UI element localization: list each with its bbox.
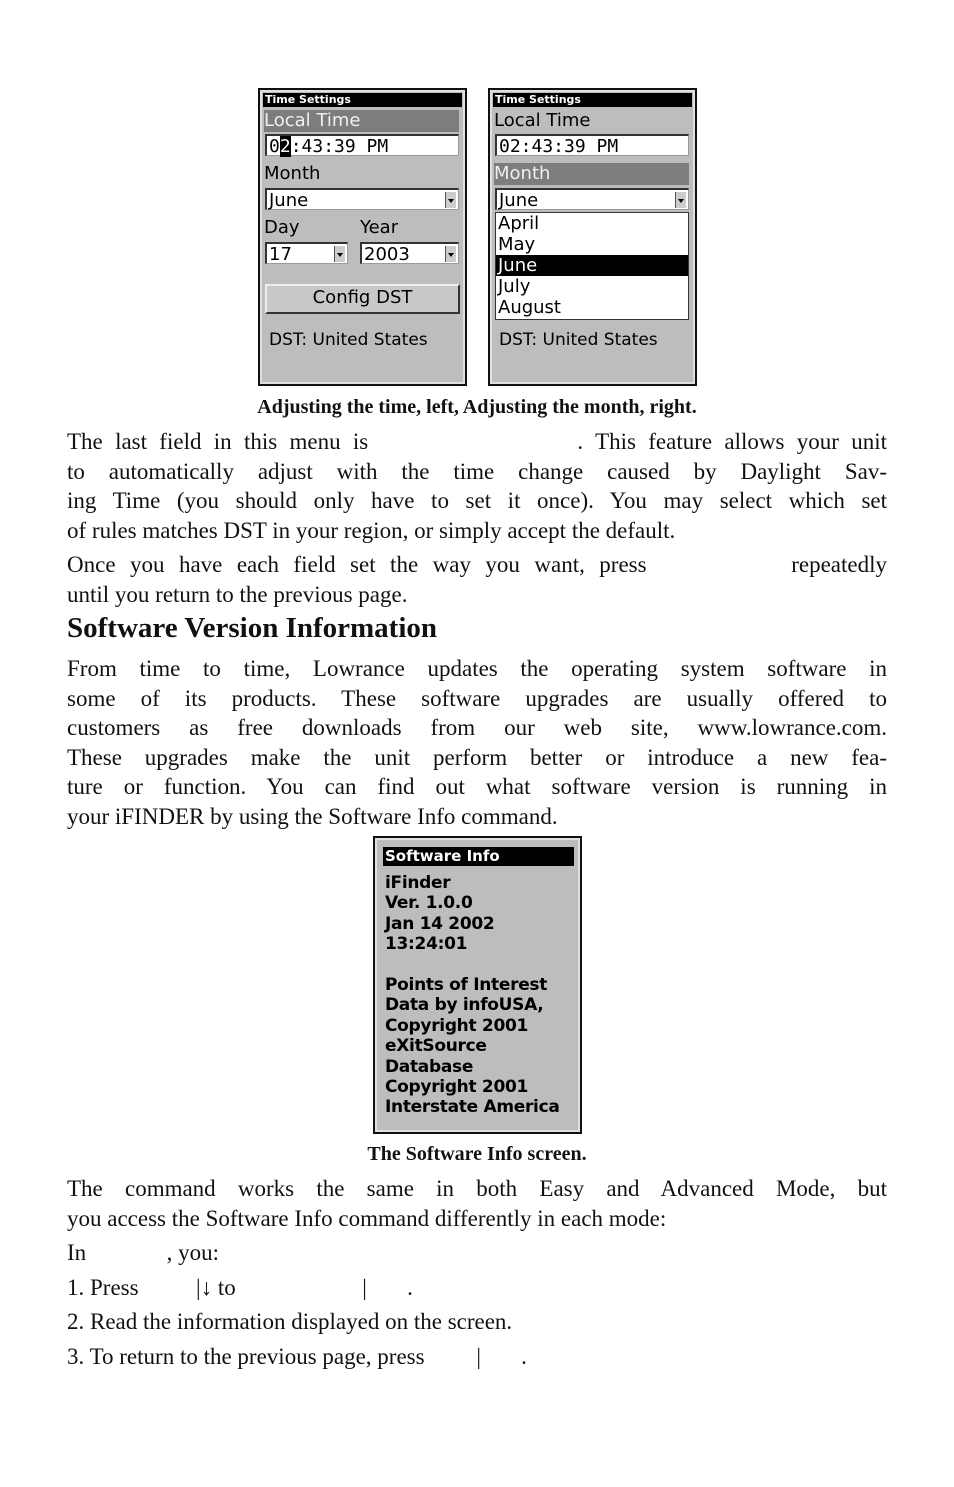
info-line: Database <box>385 1056 474 1077</box>
month-options-list: April May June July August <box>495 212 689 320</box>
day-label: Day <box>264 217 300 238</box>
local-time-field[interactable]: 02:43:39 PM <box>265 134 459 157</box>
text-line: The command works the same in both Easy … <box>67 1176 887 1201</box>
info-line: iFinder <box>385 873 451 893</box>
month-dropdown[interactable]: June <box>495 188 689 211</box>
info-line: Interstate America <box>385 1097 560 1118</box>
local-time-field[interactable]: 02:43:39 PM <box>495 134 689 157</box>
info-line <box>385 955 560 975</box>
step-1: 1. Press |↓ to | . <box>67 1275 413 1300</box>
text-line: customers as free downloads from our web… <box>67 715 887 740</box>
time-cursor-digit: 2 <box>279 136 291 157</box>
text-line: The last field in this menu is . This fe… <box>67 429 887 454</box>
day-dropdown[interactable]: 17 <box>265 242 348 265</box>
text-line: your iFINDER by using the Software Info … <box>67 803 558 829</box>
text-line: you access the Software Info command dif… <box>67 1205 667 1231</box>
time-settings-screen-right: Time Settings Local Time 02:43:39 PM Mon… <box>488 88 697 386</box>
info-line: Copyright 2001 <box>385 1015 529 1036</box>
text-line: From time to time, Lowrance updates the … <box>67 656 887 681</box>
year-label: Year <box>360 217 399 238</box>
month-option-selected[interactable]: June <box>496 255 688 276</box>
text-line: ing Time (you should only have to set it… <box>67 488 887 513</box>
info-line: eXitSource <box>385 1036 487 1057</box>
dst-status: DST: United States <box>499 330 658 350</box>
figure-caption: The Software Info screen. <box>367 1143 587 1165</box>
text-line: until you return to the previous page. <box>67 581 408 607</box>
step-3: 3. To return to the previous page, press… <box>67 1344 527 1369</box>
chevron-down-icon <box>445 246 456 262</box>
paragraph-software-intro: From time to time, Lowrance updates the … <box>67 654 887 831</box>
screen-title: Time Settings <box>493 93 692 107</box>
month-option[interactable]: August <box>496 297 688 318</box>
local-time-label: Local Time <box>264 110 459 132</box>
local-time-label: Local Time <box>494 110 591 131</box>
chevron-down-icon <box>675 192 686 208</box>
screen-title: Software Info <box>383 847 574 866</box>
software-info-text: iFinder Ver. 1.0.0 Jan 14 2002 13:24:01 … <box>385 873 560 1118</box>
month-option[interactable]: April <box>496 213 688 234</box>
config-dst-button[interactable]: Config DST <box>265 284 460 314</box>
paragraph-exit: Once you have each field set the way you… <box>67 550 887 609</box>
info-line: Points of Interest <box>385 975 548 996</box>
info-line: Jan 14 2002 <box>385 913 495 934</box>
paragraph-dst: The last field in this menu is . This fe… <box>67 427 887 545</box>
step-2: 2. Read the information displayed on the… <box>67 1309 513 1334</box>
chevron-down-icon <box>334 246 345 262</box>
figure-caption: Adjusting the time, left, Adjusting the … <box>257 396 697 418</box>
text-line: to automatically adjust with the time ch… <box>67 458 887 484</box>
in-mode-line: In , you: <box>67 1240 220 1265</box>
software-info-screen: Software Info iFinder Ver. 1.0.0 Jan 14 … <box>373 836 582 1134</box>
month-label: Month <box>494 163 689 185</box>
screen-title: Time Settings <box>263 93 462 107</box>
month-dropdown[interactable]: June <box>265 188 459 211</box>
month-value: June <box>499 190 539 211</box>
info-line: Data by infoUSA, <box>385 995 544 1016</box>
info-line: Ver. 1.0.0 <box>385 893 473 914</box>
year-dropdown[interactable]: 2003 <box>360 242 459 265</box>
text-line: of rules matches DST in your region, or … <box>67 517 676 543</box>
text-line: some of its products. These software upg… <box>67 685 887 711</box>
text-line: These upgrades make the unit perform bet… <box>67 744 887 770</box>
month-option[interactable]: May <box>496 234 688 255</box>
paragraph-modes: The command works the same in both Easy … <box>67 1174 887 1233</box>
month-option[interactable]: July <box>496 276 688 297</box>
day-value: 17 <box>269 244 292 265</box>
chevron-down-icon <box>445 192 456 208</box>
month-label: Month <box>264 163 321 184</box>
time-rest: :43:39 PM <box>290 136 389 157</box>
time-first-digit: 0 <box>269 136 280 157</box>
text-line: Once you have each field set the way you… <box>67 552 887 577</box>
section-heading: Software Version Information <box>67 612 438 644</box>
text-line: ture or function. You can find out what … <box>67 774 887 799</box>
dst-status: DST: United States <box>269 330 428 350</box>
month-value: June <box>269 190 309 211</box>
info-line: Copyright 2001 <box>385 1077 529 1098</box>
time-settings-screen-left: Time Settings Local Time 02:43:39 PM Mon… <box>258 88 467 386</box>
info-line: 13:24:01 <box>385 934 468 955</box>
year-value: 2003 <box>364 244 410 265</box>
